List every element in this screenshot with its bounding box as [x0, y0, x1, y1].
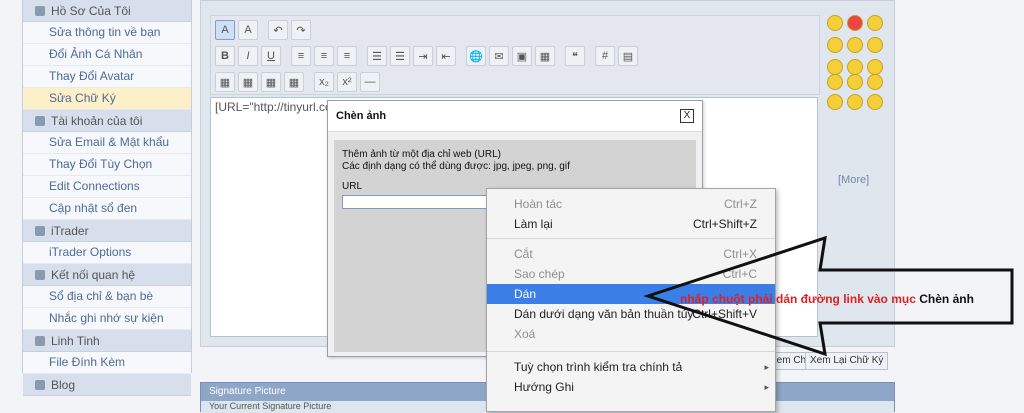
bold-icon[interactable]: B	[215, 46, 235, 66]
smiley-icon[interactable]	[847, 37, 863, 53]
insert-email-icon[interactable]: ✉	[489, 46, 509, 66]
sidebar-header-misc: Linh Tinh	[23, 330, 191, 352]
smiley-icon[interactable]	[827, 37, 843, 53]
smiley-icon[interactable]	[827, 94, 843, 110]
subscript-icon[interactable]: x₂	[314, 72, 334, 92]
dialog-instruction: Thêm ảnh từ một địa chỉ web (URL)	[342, 149, 501, 160]
context-item-undo[interactable]: Hoàn tác Ctrl+Z	[487, 194, 775, 214]
superscript-icon[interactable]: x²	[337, 72, 357, 92]
blog-icon	[35, 379, 45, 390]
horizontal-rule-icon[interactable]: ―	[360, 72, 380, 92]
sidebar-item-connections[interactable]: Edit Connections	[23, 176, 191, 198]
context-item-paste-plain[interactable]: Dán dưới dạng văn bản thuần túy Ctrl+Shi…	[487, 304, 775, 324]
smiley-icon[interactable]	[867, 15, 883, 31]
indent-icon[interactable]: ⇥	[413, 46, 433, 66]
annotation-text: nhấp chuột phải dán đường link vào mục C…	[680, 292, 974, 306]
underline-icon[interactable]: U	[261, 46, 281, 66]
hash-icon[interactable]: #	[595, 46, 615, 66]
smiley-icon[interactable]	[827, 15, 843, 31]
redo-icon[interactable]: ↷	[291, 20, 311, 40]
sidebar-header-account: Tài khoản của tôi	[23, 110, 191, 132]
sidebar-header-profile: Hồ Sơ Của Tôi	[23, 0, 191, 22]
textarea-content: [URL="http://tinyurl.co	[215, 100, 332, 114]
menu-divider	[487, 238, 775, 239]
url-label: URL	[342, 181, 363, 192]
insert-image-icon[interactable]: ▣	[512, 46, 532, 66]
context-item-redo[interactable]: Làm lại Ctrl+Shift+Z	[487, 214, 775, 234]
font-color-icon[interactable]: A	[238, 20, 258, 40]
menu-divider	[487, 351, 775, 352]
insert-link-icon[interactable]: 🌐	[466, 46, 486, 66]
dialog-title-bar: Chèn ảnh X	[328, 101, 702, 132]
misc-icon	[35, 335, 45, 346]
sidebar-item-email-password[interactable]: Sửa Email & Mật khẩu	[23, 132, 191, 154]
sidebar-header-blog[interactable]: Blog	[23, 374, 191, 396]
sidebar-item-change-avatar[interactable]: Thay Đổi Avatar	[23, 66, 191, 88]
more-smilies-link[interactable]: [More]	[838, 174, 869, 186]
dialog-formats: Các định dạng có thể dùng được: jpg, jpe…	[342, 161, 570, 172]
smiley-icon[interactable]	[827, 59, 843, 75]
code-icon[interactable]: ▤	[618, 46, 638, 66]
folder-icon	[35, 5, 45, 16]
smiley-icon[interactable]	[867, 94, 883, 110]
signature-picture-title: Signature Picture	[209, 386, 286, 397]
italic-icon[interactable]: I	[238, 46, 258, 66]
font-size-icon[interactable]: A	[215, 20, 235, 40]
context-item-copy[interactable]: Sao chép Ctrl+C	[487, 264, 775, 284]
insert-video-icon[interactable]: ▦	[535, 46, 555, 66]
table-col-icon[interactable]: ▦	[261, 72, 281, 92]
unordered-list-icon[interactable]: ☰	[390, 46, 410, 66]
context-item-spellcheck[interactable]: Tuỳ chọn trình kiểm tra chính tả ▸	[487, 357, 775, 377]
sidebar-item-address-book[interactable]: Sổ địa chỉ & bạn bè	[23, 286, 191, 308]
sidebar-item-change-photo[interactable]: Đổi Ảnh Cá Nhân	[23, 44, 191, 66]
sidebar-item-options[interactable]: Thay Đổi Tùy Chọn	[23, 154, 191, 176]
align-right-icon[interactable]: ≡	[337, 46, 357, 66]
sidebar-item-itrader-options[interactable]: iTrader Options	[23, 242, 191, 264]
sidebar: Hồ Sơ Của Tôi Sửa thông tin về bạn Đổi Ả…	[22, 0, 192, 396]
sidebar-item-edit-signature[interactable]: Sửa Chữ Ký	[23, 88, 191, 110]
smiley-icon[interactable]	[867, 59, 883, 75]
smiley-icon[interactable]	[847, 59, 863, 75]
editor-toolbar: A A ↶ ↷ B I U ≡ ≡ ≡ ☰ ☰ ⇥ ⇤ 🌐 ✉ ▣ ▦ ❝ # …	[210, 15, 820, 95]
smiley-icon[interactable]	[827, 74, 843, 90]
submenu-arrow-icon: ▸	[764, 362, 769, 372]
align-left-icon[interactable]: ≡	[291, 46, 311, 66]
table-delete-icon[interactable]: ▦	[284, 72, 304, 92]
smiley-icon[interactable]	[867, 37, 883, 53]
outdent-icon[interactable]: ⇤	[436, 46, 456, 66]
ordered-list-icon[interactable]: ☰	[367, 46, 387, 66]
context-item-cut[interactable]: Cắt Ctrl+X	[487, 244, 775, 264]
table-row-icon[interactable]: ▦	[238, 72, 258, 92]
dialog-title: Chèn ảnh	[336, 110, 387, 122]
context-item-delete[interactable]: Xoá	[487, 324, 775, 344]
sidebar-header-itrader: iTrader	[23, 220, 191, 242]
review-signature-button[interactable]: Xem Lại Chữ Ký	[805, 352, 889, 370]
users-icon	[35, 269, 45, 280]
smiley-icon[interactable]	[847, 94, 863, 110]
smiley-icon[interactable]	[847, 74, 863, 90]
submenu-arrow-icon: ▸	[764, 382, 769, 392]
align-center-icon[interactable]: ≡	[314, 46, 334, 66]
quote-icon[interactable]: ❝	[565, 46, 585, 66]
table-icon[interactable]: ▦	[215, 72, 235, 92]
sidebar-item-attachments[interactable]: File Đính Kèm	[23, 352, 191, 374]
undo-icon[interactable]: ↶	[268, 20, 288, 40]
sidebar-item-reminders[interactable]: Nhắc ghi nhớ sự kiện	[23, 308, 191, 330]
smiley-icon[interactable]	[867, 74, 883, 90]
context-item-writing-direction[interactable]: Hướng Ghi ▸	[487, 377, 775, 397]
sidebar-item-ignore-list[interactable]: Cập nhật sổ đen	[23, 198, 191, 220]
close-icon[interactable]: X	[680, 109, 694, 123]
smiley-icon[interactable]	[847, 15, 863, 31]
lock-icon	[35, 115, 45, 126]
sidebar-header-relations: Kết nối quan hệ	[23, 264, 191, 286]
sidebar-item-edit-info[interactable]: Sửa thông tin về bạn	[23, 22, 191, 44]
itrader-icon	[35, 225, 45, 236]
